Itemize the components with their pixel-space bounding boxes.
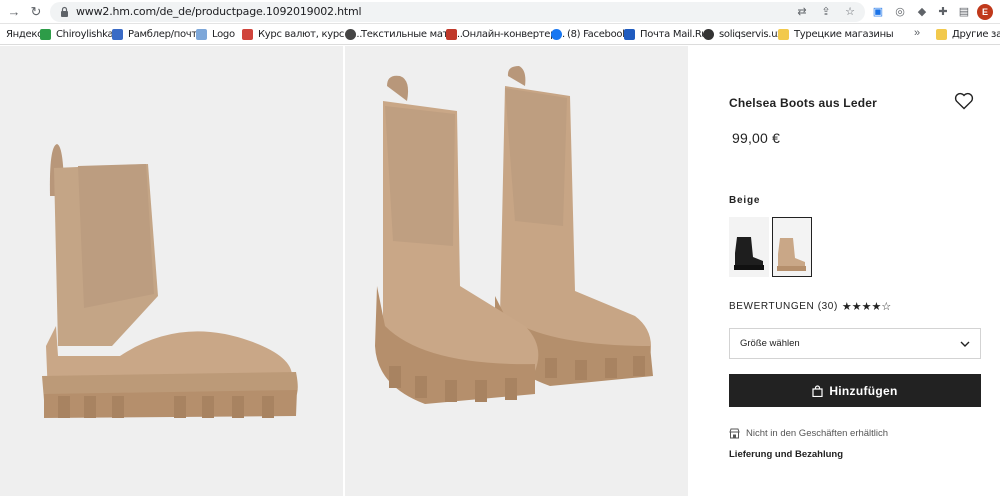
boot-side-image <box>0 46 343 496</box>
bookmark-item[interactable]: soliqservis.uz <box>703 27 782 42</box>
bookmark-favicon-icon <box>703 29 714 40</box>
size-select[interactable]: Größe wählen <box>729 328 981 359</box>
bookmark-label: (8) Facebook <box>567 29 628 40</box>
bookmark-item[interactable]: Почта Mail.Ru <box>624 27 707 42</box>
black-boot-thumbnail <box>734 237 764 270</box>
product-image-pair[interactable] <box>345 46 688 496</box>
store-availability: Nicht in den Geschäften erhältlich <box>729 428 888 439</box>
bookmark-folder[interactable]: Другие закла <box>936 27 1000 42</box>
bookmark-label: Онлайн-конвертер... <box>462 29 565 40</box>
translate-extension-icon[interactable]: ▣ <box>870 4 886 20</box>
beige-boot-thumbnail <box>777 238 806 271</box>
reload-icon[interactable]: ↻ <box>28 4 44 20</box>
product-title: Chelsea Boots aus Leder <box>729 96 877 110</box>
bookmark-favicon-icon <box>446 29 457 40</box>
share-icon[interactable]: ⇪ <box>819 5 833 19</box>
address-bar-row: → ↻ www2.hm.com/de_de/productpage.109201… <box>0 0 1000 24</box>
bookmark-item[interactable]: Рамблер/почта <box>112 27 203 42</box>
bookmark-label: Рамблер/почта <box>128 29 203 40</box>
bookmark-favicon-icon <box>242 29 253 40</box>
delivery-link[interactable]: Lieferung und Bezahlung <box>729 449 843 460</box>
size-placeholder: Größe wählen <box>740 338 800 349</box>
bookmark-star-icon[interactable]: ☆ <box>843 5 857 19</box>
forward-icon[interactable]: → <box>6 4 22 20</box>
bookmarks-bar: Яндекс Chiroylishka Рамблер/почта Logo К… <box>0 24 1000 45</box>
bookmark-item[interactable]: Яндекс <box>6 27 43 42</box>
bookmark-label: Турецкие магазины <box>794 29 894 40</box>
bookmark-item[interactable]: (8) Facebook <box>551 27 628 42</box>
bookmark-item[interactable]: Онлайн-конвертер... <box>446 27 565 42</box>
color-label: Beige <box>729 195 761 206</box>
product-price: 99,00 € <box>732 130 781 146</box>
bookmark-favicon-icon <box>112 29 123 40</box>
globe-extension-icon[interactable]: ◎ <box>892 4 908 20</box>
bookmark-favicon-icon <box>551 29 562 40</box>
extension-icon[interactable]: ◆ <box>914 4 930 20</box>
bookmarks-overflow-icon[interactable]: » <box>914 27 920 39</box>
product-info-panel: Chelsea Boots aus Leder 99,00 € Beige BE… <box>688 46 1000 496</box>
store-icon <box>729 428 740 439</box>
chevron-down-icon <box>960 341 970 347</box>
bookmark-label: Logo <box>212 29 235 40</box>
store-note: Nicht in den Geschäften erhältlich <box>746 428 889 439</box>
bookmark-label: soliqservis.uz <box>719 29 783 40</box>
color-swatch-beige[interactable] <box>772 217 812 277</box>
side-panel-icon[interactable]: ▤ <box>956 4 972 20</box>
bookmark-label: Другие закла <box>952 29 1000 40</box>
lock-icon <box>61 6 68 17</box>
reviews-link[interactable]: BEWERTUNGEN (30) ★★★★☆ <box>729 300 891 313</box>
bookmark-label: Яндекс <box>6 29 43 40</box>
reviews-label: BEWERTUNGEN (30) <box>729 301 838 312</box>
bookmark-item[interactable]: Logo <box>196 27 235 42</box>
product-page: Chelsea Boots aus Leder 99,00 € Beige BE… <box>0 46 1000 496</box>
folder-icon <box>778 29 789 40</box>
product-image-side[interactable] <box>0 46 343 496</box>
bookmark-favicon-icon <box>624 29 635 40</box>
add-to-cart-button[interactable]: Hinzufügen <box>729 374 981 407</box>
bookmark-label: Chiroylishka <box>56 29 114 40</box>
bookmark-folder[interactable]: Турецкие магазины <box>778 27 894 42</box>
boot-pair-image <box>345 46 688 496</box>
add-to-cart-label: Hinzufügen <box>829 383 898 398</box>
profile-avatar[interactable]: E <box>977 4 993 20</box>
puzzle-icon[interactable]: ✚ <box>935 4 951 20</box>
rating-stars: ★★★★☆ <box>841 301 892 313</box>
bookmark-favicon-icon <box>345 29 356 40</box>
translate-icon[interactable]: ⇄ <box>795 5 809 19</box>
url-text[interactable]: www2.hm.com/de_de/productpage.1092019002… <box>76 5 362 18</box>
bookmark-label: Почта Mail.Ru <box>640 29 708 40</box>
bookmark-favicon-icon <box>196 29 207 40</box>
favorite-heart-icon[interactable] <box>954 92 974 110</box>
bookmark-favicon-icon <box>40 29 51 40</box>
bookmark-item[interactable]: Chiroylishka <box>40 27 114 42</box>
folder-icon <box>936 29 947 40</box>
url-field[interactable]: www2.hm.com/de_de/productpage.1092019002… <box>50 2 865 22</box>
color-swatch-black[interactable] <box>729 217 769 277</box>
shopping-bag-icon <box>812 384 823 397</box>
